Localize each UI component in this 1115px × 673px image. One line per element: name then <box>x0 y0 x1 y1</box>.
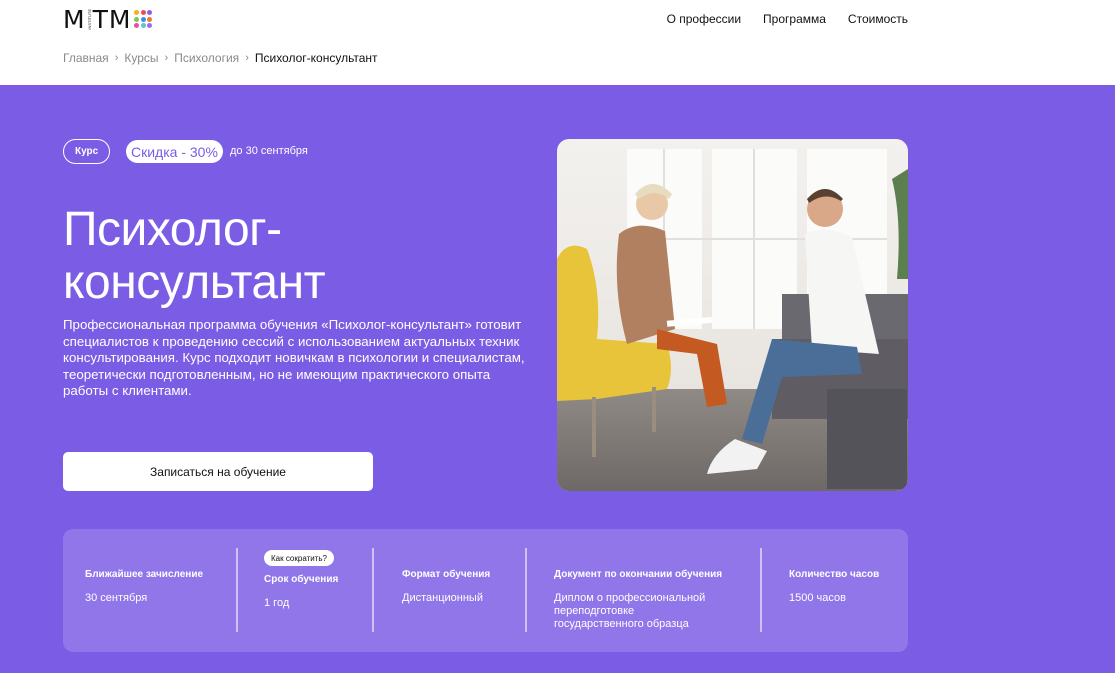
info-label-document: Документ по окончании обучения <box>554 569 723 580</box>
info-divider <box>525 548 527 632</box>
logo-dot <box>147 10 153 15</box>
nav-price[interactable]: Стоимость <box>848 12 908 26</box>
logo-dot <box>134 23 140 28</box>
chevron-right-icon: › <box>245 52 249 64</box>
logo[interactable]: M INSTITUTE TM <box>63 4 153 34</box>
logo-dot <box>134 16 140 22</box>
chevron-right-icon: › <box>114 52 119 64</box>
how-to-shorten-button[interactable]: Как сократить? <box>264 550 335 566</box>
site-header: M INSTITUTE TM О профессии Программа Сто… <box>0 0 1115 85</box>
enroll-button[interactable]: Записаться на обучение <box>63 452 373 491</box>
breadcrumb-psychology[interactable]: Психология <box>174 51 239 65</box>
hero-section: Курс Скидка - 30% до 30 сентября Психоло… <box>0 85 1115 673</box>
info-divider <box>372 548 374 632</box>
logo-dot <box>147 16 153 22</box>
info-label-enrollment: Ближайшее зачисление <box>85 569 204 580</box>
info-label-duration: Срок обучения <box>264 574 339 585</box>
info-value-duration: 1 год <box>264 597 290 609</box>
info-divider <box>236 548 238 632</box>
discount-badge: Скидка - 30% <box>126 140 223 163</box>
logo-text-right: TM <box>92 4 132 34</box>
hero-photo <box>557 139 908 491</box>
title-line-1: Психолог- <box>63 203 282 256</box>
logo-dot <box>140 10 146 15</box>
page-title: Психолог- консультант <box>63 203 523 309</box>
info-value-format: Дистанционный <box>402 592 483 604</box>
chevron-right-icon: › <box>164 52 169 64</box>
course-description: Профессиональная программа обучения «Пси… <box>63 317 525 398</box>
logo-dots-icon <box>134 10 153 28</box>
breadcrumb: Главная › Курсы › Психология › Психолог-… <box>63 51 378 65</box>
breadcrumb-home[interactable]: Главная <box>63 51 109 65</box>
breadcrumb-courses[interactable]: Курсы <box>124 51 158 65</box>
logo-dot <box>134 10 140 15</box>
logo-text-left: M <box>63 4 86 34</box>
info-divider <box>760 548 762 632</box>
top-nav: О профессии Программа Стоимость <box>667 12 908 26</box>
course-info-panel: Ближайшее зачисление 30 сентября Как сок… <box>63 529 908 652</box>
logo-dot <box>140 23 146 28</box>
info-label-format: Формат обучения <box>402 569 491 580</box>
info-value-document: Диплом о профессиональной переподготовке… <box>554 592 706 630</box>
info-value-enrollment: 30 сентября <box>85 592 148 604</box>
logo-dot <box>147 23 153 28</box>
logo-dot <box>140 16 146 22</box>
discount-deadline: до 30 сентября <box>230 145 308 157</box>
breadcrumb-current: Психолог-консультант <box>254 51 378 65</box>
nav-program[interactable]: Программа <box>763 12 826 26</box>
logo-subtitle: INSTITUTE <box>86 8 92 30</box>
nav-about-profession[interactable]: О профессии <box>667 12 741 26</box>
title-line-2: консультант <box>63 256 326 309</box>
course-tag: Курс <box>63 139 111 164</box>
info-label-hours: Количество часов <box>789 569 880 580</box>
info-value-hours: 1500 часов <box>789 592 846 604</box>
